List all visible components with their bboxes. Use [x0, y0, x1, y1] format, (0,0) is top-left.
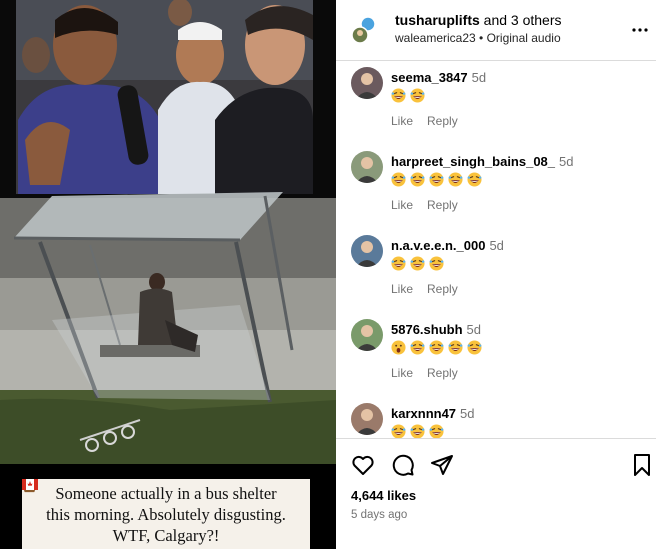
comment-text [391, 256, 448, 272]
post-actions: 4,644 likes 5 days ago [336, 438, 656, 550]
laughing-face-emoji-icon [410, 88, 425, 103]
comment-item: seema_3847 5d Like Reply [336, 61, 656, 145]
post-media[interactable]: Someone actually in a bus shelter this m… [0, 0, 336, 549]
post-sidebar: tusharuplifts and 3 others walеamerica23… [336, 0, 656, 549]
comments-list[interactable]: seema_3847 5d Like Reply harpreet_singh_bain… [336, 61, 656, 438]
comment-like-button[interactable]: Like [391, 366, 413, 380]
laughing-face-emoji-icon [391, 88, 406, 103]
laughing-face-emoji-icon [467, 172, 482, 187]
comment-time: 5d [466, 322, 481, 337]
comment-avatar[interactable] [351, 67, 383, 99]
comment-icon[interactable] [391, 453, 415, 477]
caption-line2: this morning. Absolutely disgusting. [46, 505, 286, 524]
laughing-face-emoji-icon [448, 340, 463, 355]
laughing-face-emoji-icon [448, 172, 463, 187]
comment-reply-button[interactable]: Reply [427, 114, 458, 128]
laughing-face-emoji-icon [410, 172, 425, 187]
comment-actions: Like Reply [391, 282, 472, 296]
laughing-face-emoji-icon [410, 256, 425, 271]
comment-reply-button[interactable]: Reply [427, 366, 458, 380]
shocked-face-emoji-icon [391, 340, 406, 355]
comment-text [391, 340, 486, 356]
comment-item: harpreet_singh_bains_08_ 5d Like Reply [336, 145, 656, 229]
post-header: tusharuplifts and 3 others walеamerica23… [336, 0, 656, 61]
comment-username-text[interactable]: seema_3847 [391, 70, 468, 85]
more-options-icon[interactable] [632, 22, 648, 38]
comment-item: karxnnn475dLikeReply [336, 397, 656, 438]
laughing-face-emoji-icon [429, 256, 444, 271]
header-subtitle[interactable]: walеamerica23 • Original audio [395, 31, 561, 45]
caption-line1-before: Someone actually [55, 484, 174, 503]
laughing-face-emoji-icon [391, 424, 406, 438]
comment-avatar[interactable] [351, 319, 383, 351]
comment-like-button[interactable]: Like [391, 114, 413, 128]
comment-time: 5d [559, 154, 574, 169]
post-date: 5 days ago [351, 509, 408, 521]
comment-username[interactable]: n.a.v.e.e.n._000 5d [391, 238, 504, 253]
laughing-face-emoji-icon [391, 256, 406, 271]
video-frame [0, 0, 336, 549]
bookmark-icon[interactable] [630, 453, 654, 477]
comment-avatar[interactable] [351, 151, 383, 183]
laughing-face-emoji-icon [429, 340, 444, 355]
comment-username-text[interactable]: n.a.v.e.e.n._000 [391, 238, 485, 253]
header-username-line[interactable]: tusharuplifts and 3 others [395, 12, 562, 28]
comment-reply-button[interactable]: Reply [427, 282, 458, 296]
laughing-face-emoji-icon [410, 340, 425, 355]
laughing-face-emoji-icon [391, 172, 406, 187]
header-username[interactable]: tusharuplifts [395, 12, 480, 28]
canada-flag-icon [22, 479, 38, 490]
comment-time: 5d [460, 406, 475, 421]
comment-actions: Like Reply [391, 114, 472, 128]
comment-username[interactable]: karxnnn47 5d [391, 406, 475, 421]
comment-avatar[interactable] [351, 403, 383, 435]
comment-item: n.a.v.e.e.n._000 5d Like Reply [336, 229, 656, 313]
comment-username[interactable]: harpreet_singh_bains_08_ 5d [391, 154, 574, 169]
collab-avatars-icon[interactable] [350, 16, 376, 44]
comment-time: 5d [471, 70, 487, 85]
comment-actions: Like Reply [391, 198, 472, 212]
comment-item: 5876.shubh 5d Like Reply [336, 313, 656, 397]
laughing-face-emoji-icon [429, 172, 444, 187]
header-others[interactable]: and 3 others [484, 12, 562, 28]
laughing-face-emoji-icon [429, 424, 444, 438]
heart-icon[interactable] [351, 453, 375, 477]
share-icon[interactable] [430, 453, 454, 477]
comment-like-button[interactable]: Like [391, 282, 413, 296]
comment-text [391, 88, 429, 104]
comment-time: 5d [489, 238, 504, 253]
comment-username-text[interactable]: harpreet_singh_bains_08_ [391, 154, 555, 169]
comment-username[interactable]: seema_3847 5d [391, 70, 486, 85]
laughing-face-emoji-icon [467, 340, 482, 355]
caption-line3: WTF, Calgary?! [112, 526, 220, 545]
video-caption: Someone actually in a bus shelter this m… [22, 479, 310, 549]
caption-line1-after: in a bus shelter [177, 484, 277, 503]
comment-reply-button[interactable]: Reply [427, 198, 458, 212]
likes-count[interactable]: 4,644 likes [351, 488, 416, 503]
laughing-face-emoji-icon [410, 424, 425, 438]
comment-avatar[interactable] [351, 235, 383, 267]
comment-username-text[interactable]: karxnnn47 [391, 406, 456, 421]
comment-actions: Like Reply [391, 366, 472, 380]
comment-text [391, 172, 486, 188]
comment-text [391, 424, 448, 438]
comment-username[interactable]: 5876.shubh 5d [391, 322, 481, 337]
comment-username-text[interactable]: 5876.shubh [391, 322, 463, 337]
comment-like-button[interactable]: Like [391, 198, 413, 212]
